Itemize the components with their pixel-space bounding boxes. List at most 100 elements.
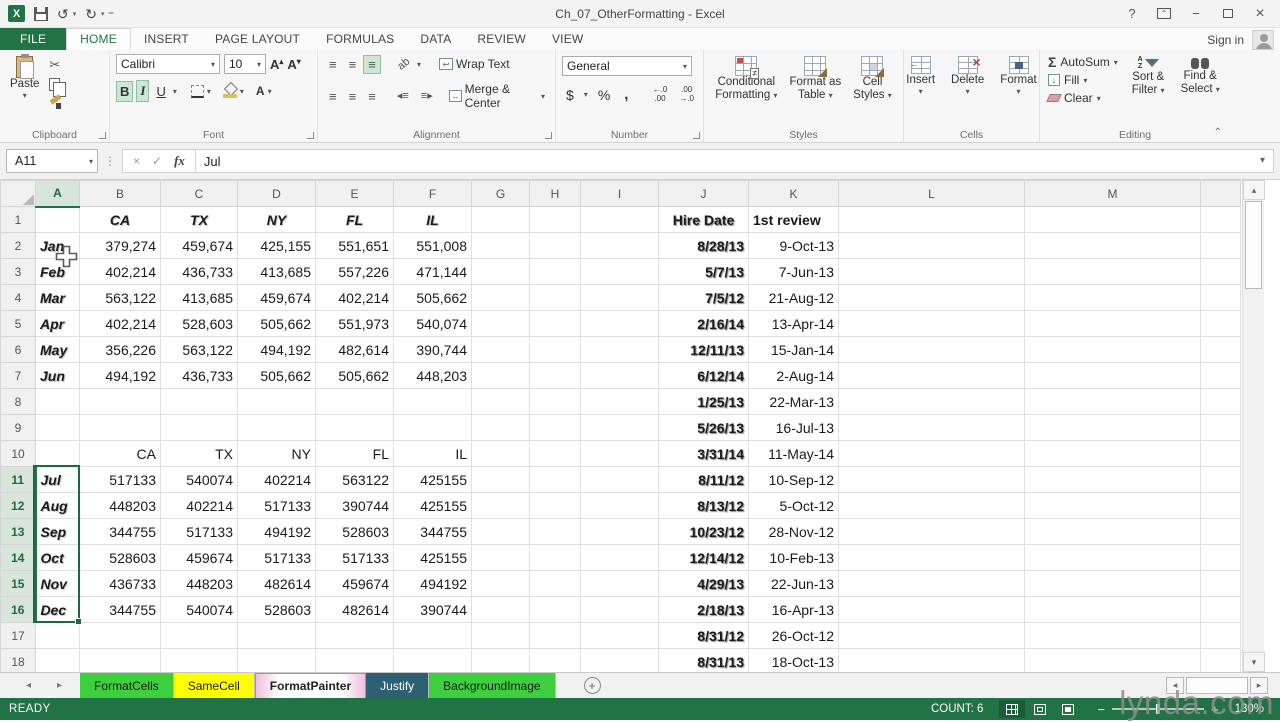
cell-I16[interactable] (581, 597, 659, 623)
cell-D10[interactable]: NY (238, 441, 316, 467)
tab-view[interactable]: VIEW (539, 29, 596, 50)
cell-C12[interactable]: 402214 (161, 493, 238, 519)
page-layout-view-icon[interactable] (1027, 700, 1053, 718)
cell-L9[interactable] (839, 415, 1025, 441)
cell-G5[interactable] (472, 311, 530, 337)
cell-H12[interactable] (530, 493, 581, 519)
cell-K3[interactable]: 7-Jun-13 (749, 259, 839, 285)
cell-L13[interactable] (839, 519, 1025, 545)
sheet-tab-FormatCells[interactable]: FormatCells (80, 673, 174, 698)
cell-M8[interactable] (1025, 389, 1201, 415)
cell-L5[interactable] (839, 311, 1025, 337)
cell-L10[interactable] (839, 441, 1025, 467)
cell-M13[interactable] (1025, 519, 1201, 545)
italic-button[interactable]: I (136, 80, 149, 102)
row-header-4[interactable]: 4 (1, 285, 36, 311)
cell-D7[interactable]: 505,662 (238, 363, 316, 389)
cell-M2[interactable] (1025, 233, 1201, 259)
cell-K10[interactable]: 11-May-14 (749, 441, 839, 467)
cell-J3[interactable]: 5/7/13 (659, 259, 749, 285)
fill-color-icon[interactable] (223, 84, 237, 98)
font-name-combo[interactable]: Calibri▾ (116, 54, 220, 74)
cell-K13[interactable]: 28-Nov-12 (749, 519, 839, 545)
currency-button[interactable]: $ (562, 84, 578, 106)
align-left-icon[interactable]: ≡ (324, 87, 342, 106)
cell-A11[interactable]: Jul (36, 467, 80, 493)
cell-B6[interactable]: 356,226 (80, 337, 161, 363)
cell-K8[interactable]: 22-Mar-13 (749, 389, 839, 415)
cell-B9[interactable] (80, 415, 161, 441)
cell-K4[interactable]: 21-Aug-12 (749, 285, 839, 311)
select-all-corner[interactable] (1, 181, 36, 207)
cell-G17[interactable] (472, 623, 530, 649)
cell-D4[interactable]: 459,674 (238, 285, 316, 311)
cell-B4[interactable]: 563,122 (80, 285, 161, 311)
cell-J12[interactable]: 8/13/12 (659, 493, 749, 519)
cell-H10[interactable] (530, 441, 581, 467)
cell-G7[interactable] (472, 363, 530, 389)
row-header-12[interactable]: 12 (1, 493, 36, 519)
tab-data[interactable]: DATA (407, 29, 464, 50)
cell-A9[interactable] (36, 415, 80, 441)
cell-A2[interactable]: Jan (36, 233, 80, 259)
column-header-H[interactable]: H (530, 181, 581, 207)
sheet-tab-SameCell[interactable]: SameCell (174, 673, 255, 698)
fill-button[interactable]: ↓Fill▾ (1046, 72, 1120, 88)
cell-B10[interactable]: CA (80, 441, 161, 467)
cell-A17[interactable] (36, 623, 80, 649)
cell-I1[interactable] (581, 207, 659, 233)
cell-E8[interactable] (316, 389, 394, 415)
cell-H1[interactable] (530, 207, 581, 233)
increase-decimal-icon[interactable]: ←.0.00 (650, 85, 671, 105)
cell-G2[interactable] (472, 233, 530, 259)
cell-M4[interactable] (1025, 285, 1201, 311)
percent-button[interactable]: % (594, 84, 614, 106)
cell-M3[interactable] (1025, 259, 1201, 285)
column-header-F[interactable]: F (394, 181, 472, 207)
cell-C7[interactable]: 436,733 (161, 363, 238, 389)
cell-B1[interactable]: CA (80, 207, 161, 233)
cell-C10[interactable]: TX (161, 441, 238, 467)
copy-icon[interactable] (49, 78, 60, 91)
cancel-icon[interactable]: × (133, 154, 140, 168)
format-cells-button[interactable]: Format ▾ (996, 54, 1040, 98)
formula-input[interactable]: Jul ▾ (196, 149, 1274, 173)
cut-icon[interactable]: ✂ (49, 57, 66, 73)
cell-A13[interactable]: Sep (36, 519, 80, 545)
cell-B2[interactable]: 379,274 (80, 233, 161, 259)
cell-E13[interactable]: 528603 (316, 519, 394, 545)
cell-B3[interactable]: 402,214 (80, 259, 161, 285)
cell-E5[interactable]: 551,973 (316, 311, 394, 337)
align-center-icon[interactable]: ≡ (344, 87, 362, 106)
cell-H3[interactable] (530, 259, 581, 285)
cell-B13[interactable]: 344755 (80, 519, 161, 545)
cell-I2[interactable] (581, 233, 659, 259)
cell-D9[interactable] (238, 415, 316, 441)
row-header-13[interactable]: 13 (1, 519, 36, 545)
format-painter-icon[interactable] (49, 96, 62, 109)
column-header-M[interactable]: M (1025, 181, 1201, 207)
cell-H4[interactable] (530, 285, 581, 311)
cell-I8[interactable] (581, 389, 659, 415)
row-header-16[interactable]: 16 (1, 597, 36, 623)
cell-K17[interactable]: 26-Oct-12 (749, 623, 839, 649)
cell-K12[interactable]: 5-Oct-12 (749, 493, 839, 519)
cell-E15[interactable]: 459674 (316, 571, 394, 597)
name-box[interactable]: A11▾ (6, 149, 98, 173)
cell-A10[interactable] (36, 441, 80, 467)
cell-M12[interactable] (1025, 493, 1201, 519)
restore-icon[interactable] (1214, 4, 1242, 24)
cell-I3[interactable] (581, 259, 659, 285)
clear-button[interactable]: Clear▾ (1046, 90, 1120, 106)
cell-H11[interactable] (530, 467, 581, 493)
decrease-decimal-icon[interactable]: .00→.0 (676, 85, 697, 105)
merge-center-button[interactable]: ↔Merge & Center▾ (445, 79, 549, 113)
cell-G15[interactable] (472, 571, 530, 597)
cell-D3[interactable]: 413,685 (238, 259, 316, 285)
cell-E6[interactable]: 482,614 (316, 337, 394, 363)
cell-F5[interactable]: 540,074 (394, 311, 472, 337)
cell-G6[interactable] (472, 337, 530, 363)
cell-H17[interactable] (530, 623, 581, 649)
cell-J13[interactable]: 10/23/12 (659, 519, 749, 545)
cell-F13[interactable]: 344755 (394, 519, 472, 545)
